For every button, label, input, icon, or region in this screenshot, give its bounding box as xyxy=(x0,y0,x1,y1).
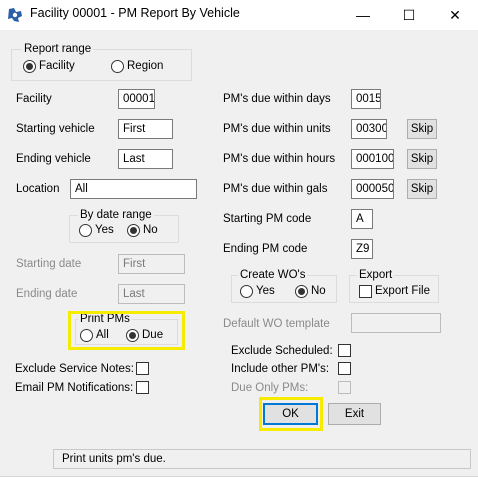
date-range-no-label[interactable]: No xyxy=(143,222,158,238)
days-label: PM's due within days xyxy=(223,93,331,105)
starting-vehicle-input[interactable]: First xyxy=(118,119,173,139)
exclude-service-notes-label: Exclude Service Notes: xyxy=(15,363,134,375)
facility-input[interactable]: 00001 xyxy=(118,89,155,109)
region-radio[interactable] xyxy=(111,60,124,73)
location-label: Location xyxy=(16,183,60,195)
ending-vehicle-label: Ending vehicle xyxy=(16,153,91,165)
email-pm-notifications-checkbox[interactable] xyxy=(136,381,149,394)
export-file-checkbox[interactable] xyxy=(359,285,372,298)
ok-highlight xyxy=(259,397,323,431)
due-only-pms-checkbox[interactable] xyxy=(338,381,351,394)
window-title: Facility 00001 - PM Report By Vehicle xyxy=(30,6,240,20)
gals-input[interactable]: 000050 xyxy=(351,179,394,199)
default-wo-template-input[interactable] xyxy=(351,313,441,333)
skip-gals-button[interactable]: Skip xyxy=(407,179,437,199)
date-range-yes-radio[interactable] xyxy=(79,224,92,237)
location-input[interactable]: All xyxy=(70,179,197,199)
status-bar: Print units pm's due. xyxy=(53,449,471,469)
include-other-pms-checkbox[interactable] xyxy=(338,362,351,375)
skip-units-button[interactable]: Skip xyxy=(407,119,437,139)
ending-pm-code-label: Ending PM code xyxy=(223,243,308,255)
facility-radio-label[interactable]: Facility xyxy=(39,58,75,74)
ending-date-input[interactable]: Last xyxy=(118,284,185,304)
export-legend: Export xyxy=(357,268,395,282)
print-pms-highlight xyxy=(68,311,185,350)
ending-vehicle-input[interactable]: Last xyxy=(118,149,173,169)
exclude-scheduled-label: Exclude Scheduled: xyxy=(231,345,333,357)
date-range-no-radio[interactable] xyxy=(127,224,140,237)
region-radio-label[interactable]: Region xyxy=(127,58,163,74)
email-pm-notifications-label: Email PM Notifications: xyxy=(15,382,134,394)
create-wos-yes-radio[interactable] xyxy=(240,285,253,298)
minimize-button[interactable]: — xyxy=(340,0,386,30)
create-wos-yes-label[interactable]: Yes xyxy=(256,283,275,299)
include-other-pms-label: Include other PM's: xyxy=(231,363,330,375)
maximize-button[interactable]: ☐ xyxy=(386,0,432,30)
exclude-scheduled-checkbox[interactable] xyxy=(338,344,351,357)
due-only-pms-label: Due Only PMs: xyxy=(231,382,309,394)
ending-pm-code-input[interactable]: Z9 xyxy=(351,239,373,259)
starting-pm-code-label: Starting PM code xyxy=(223,213,312,225)
starting-date-label: Starting date xyxy=(16,258,82,270)
date-range-yes-label[interactable]: Yes xyxy=(95,222,114,238)
date-range-legend: By date range xyxy=(78,208,154,222)
hours-label: PM's due within hours xyxy=(223,153,336,165)
ending-date-label: Ending date xyxy=(16,288,78,300)
starting-date-input[interactable]: First xyxy=(118,254,185,274)
gals-label: PM's due within gals xyxy=(223,183,328,195)
starting-vehicle-label: Starting vehicle xyxy=(16,123,95,135)
default-wo-template-label: Default WO template xyxy=(223,318,330,330)
app-gear-icon xyxy=(8,8,22,22)
create-wos-no-label[interactable]: No xyxy=(311,283,326,299)
create-wos-legend: Create WO's xyxy=(238,268,308,282)
days-input[interactable]: 0015 xyxy=(351,89,381,109)
facility-label: Facility xyxy=(16,93,52,105)
create-wos-no-radio[interactable] xyxy=(295,285,308,298)
hours-input[interactable]: 000100 xyxy=(351,149,394,169)
report-range-legend: Report range xyxy=(22,42,94,56)
exit-button[interactable]: Exit xyxy=(328,403,381,425)
units-label: PM's due within units xyxy=(223,123,331,135)
skip-hours-button[interactable]: Skip xyxy=(407,149,437,169)
export-file-label[interactable]: Export File xyxy=(375,283,430,299)
close-button[interactable]: ✕ xyxy=(432,0,478,30)
units-input[interactable]: 00300 xyxy=(351,119,387,139)
exclude-service-notes-checkbox[interactable] xyxy=(136,362,149,375)
starting-pm-code-input[interactable]: A xyxy=(351,209,373,229)
facility-radio[interactable] xyxy=(23,60,36,73)
